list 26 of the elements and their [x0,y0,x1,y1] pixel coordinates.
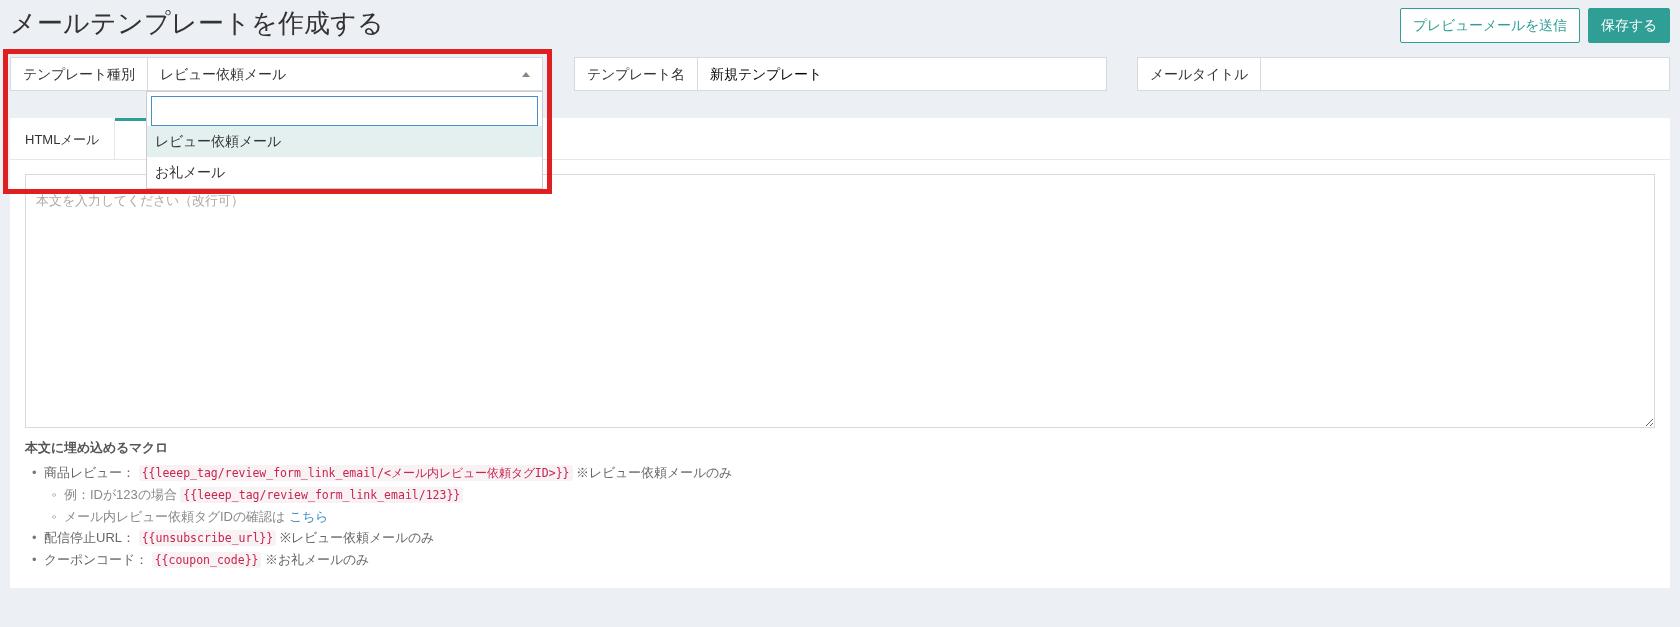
macro-code: {{leeep_tag/review_form_link_email/<メール内レビュー依頼タグID>}} [138,464,573,481]
bullet-mark: • [32,550,38,569]
bullet-mark: ◦ [52,485,58,504]
field-label: テンプレート名 [574,58,698,90]
tab[interactable]: HTMLメール [10,118,116,159]
bullet-mark: ◦ [52,507,58,526]
macro-note: ※レビュー依頼メールのみ [576,464,733,480]
macro-code: {{leeep_tag/review_form_link_email/123}} [180,486,464,503]
dropdown-search-field[interactable] [151,96,538,126]
macro-code: {{unsubscribe_url}} [138,529,277,546]
dropdown-option[interactable]: レビュー依頼メール [147,126,542,157]
macro-label: クーポンコード： [44,551,148,567]
macro-heading: 本文に埋め込めるマクロ [25,439,169,457]
macro-label: 商品レビュー： [44,464,135,480]
template-name-field[interactable]: テンプレート名 新規テンプレート [573,57,1107,91]
bullet-mark: • [32,463,38,482]
bullet-mark: • [32,528,38,547]
macro-note: ※レビュー依頼メールのみ [279,529,434,545]
here-link[interactable]: こちら [288,508,328,524]
macro-code: {{coupon_code}} [151,551,262,568]
macro-sub-text: メール内レビュー依頼タグIDの確認は [64,508,285,524]
mail-title-field[interactable]: メールタイトル [1137,57,1670,91]
macro-label: 配信停止URL： [44,529,135,545]
macro-sub-text: 例：IDが123の場合 [64,486,177,502]
page-title: メールテンプレートを作成する [10,7,384,40]
macro-note: ※お礼メールのみ [265,551,370,567]
